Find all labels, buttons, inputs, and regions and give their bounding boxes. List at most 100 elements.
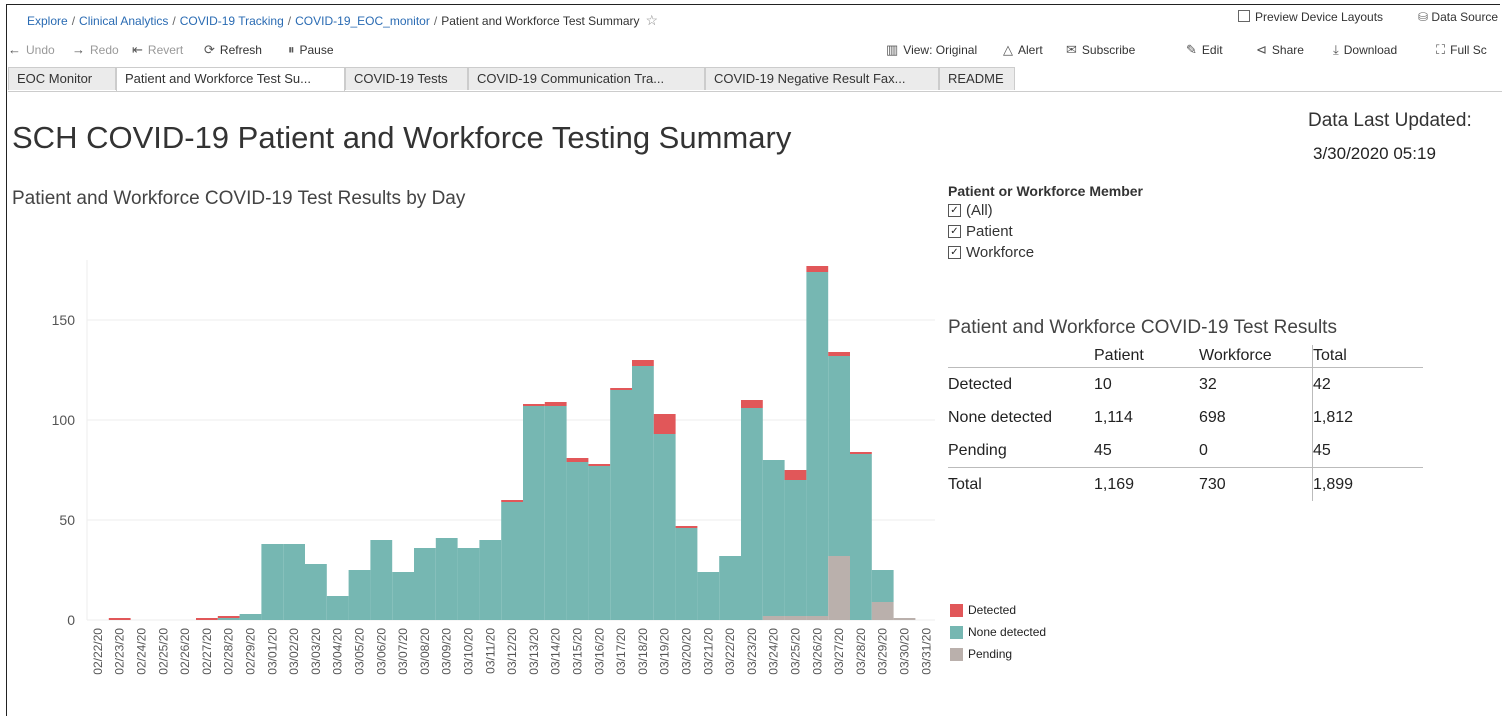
tab-communication[interactable]: COVID-19 Communication Tra... — [468, 67, 705, 90]
table-cell: 10 — [1094, 375, 1112, 393]
table-header: Patient — [1094, 345, 1199, 368]
view-button[interactable]: ▥ View: Original — [886, 42, 977, 58]
filter-option-workforce[interactable]: ✓ Workforce — [948, 242, 1143, 263]
download-button[interactable]: ⤓ Download — [1333, 42, 1397, 58]
x-tick-label: 03/18/20 — [636, 628, 650, 675]
x-tick-label: 03/10/20 — [462, 628, 476, 675]
x-tick-label: 03/04/20 — [331, 628, 345, 675]
legend-swatch — [950, 603, 963, 617]
x-tick-label: 03/22/20 — [723, 628, 737, 675]
tab-eoc-monitor[interactable]: EOC Monitor — [8, 67, 116, 90]
x-tick-label: 03/14/20 — [549, 628, 563, 675]
bar-segment — [784, 616, 807, 620]
alert-label: Alert — [1018, 43, 1043, 57]
x-tick-label: 03/23/20 — [745, 628, 759, 675]
x-tick-label: 03/19/20 — [658, 628, 672, 675]
bar-segment — [871, 570, 894, 602]
breadcrumb-covid-tracking[interactable]: COVID-19 Tracking — [180, 14, 284, 28]
checkbox-checked-icon[interactable]: ✓ — [948, 246, 961, 259]
table-cell: 45 — [1094, 441, 1112, 459]
breadcrumb-clinical-analytics[interactable]: Clinical Analytics — [79, 14, 168, 28]
bar-segment — [196, 618, 218, 620]
x-tick-label: 03/02/20 — [287, 628, 301, 675]
bar-segment — [217, 616, 240, 618]
share-icon: ⊲ — [1256, 42, 1267, 57]
bar-segment — [632, 366, 654, 620]
x-tick-label: 03/07/20 — [396, 628, 410, 675]
subscribe-button[interactable]: ✉ Subscribe — [1066, 42, 1135, 58]
bar-segment — [806, 616, 829, 620]
x-tick-label: 03/21/20 — [701, 628, 715, 675]
tab-negative-result-fax[interactable]: COVID-19 Negative Result Fax... — [705, 67, 939, 90]
revert-button[interactable]: ⇤ Revert — [132, 42, 183, 58]
legend-label: None detected — [968, 625, 1047, 639]
edit-button[interactable]: ✎ Edit — [1186, 42, 1223, 58]
legend-item-detected[interactable]: Detected — [950, 599, 1046, 621]
bar-segment — [544, 406, 567, 620]
bar-segment — [850, 452, 872, 454]
stacked-bar-chart: 0 50 100 150 02/22/20 02/23/20 02/24/20 02/25/2… — [52, 260, 935, 675]
bar-segment — [741, 408, 763, 620]
bar-segment — [501, 500, 523, 502]
x-tick-label: 02/27/20 — [200, 628, 214, 675]
fullscreen-button[interactable]: ⛶ Full Sc — [1436, 42, 1487, 58]
tab-covid-tests[interactable]: COVID-19 Tests — [345, 67, 468, 90]
bar-segment — [675, 526, 698, 528]
redo-button[interactable]: → Redo — [72, 42, 119, 57]
bar-segment — [108, 618, 131, 620]
toolbar: ← Undo → Redo ⇤ Revert ⟳ Refresh ⏸ Pause ▥ Vie… — [8, 42, 1502, 64]
y-tick-label: 50 — [59, 512, 75, 528]
chart-legend: Detected None detected Pending — [950, 599, 1046, 665]
data-updated-label: Data Last Updated: — [1308, 110, 1472, 131]
undo-button[interactable]: ← Undo — [8, 42, 55, 57]
table-cell: 1,812 — [1312, 401, 1423, 434]
legend-item-pending[interactable]: Pending — [950, 643, 1046, 665]
redo-label: Redo — [90, 42, 119, 57]
view-icon: ▥ — [886, 42, 899, 57]
edit-label: Edit — [1201, 43, 1223, 57]
breadcrumb-eoc-monitor[interactable]: COVID-19_EOC_monitor — [295, 14, 430, 28]
undo-label: Undo — [26, 42, 55, 57]
filter-option-all[interactable]: ✓ (All) — [948, 200, 1143, 221]
table-cell: 1,899 — [1312, 467, 1423, 501]
x-tick-label: 03/20/20 — [680, 628, 694, 675]
filter-option-label: Workforce — [966, 244, 1035, 261]
alert-button[interactable]: △ Alert — [1003, 42, 1043, 58]
breadcrumb-explore[interactable]: Explore — [27, 14, 68, 28]
undo-icon: ← — [8, 42, 21, 57]
legend-swatch — [950, 647, 963, 661]
y-tick-label: 150 — [52, 312, 76, 328]
table-header — [948, 345, 1094, 368]
breadcrumb: Explore / Clinical Analytics / COVID-19 Trac… — [27, 12, 659, 28]
checkbox-checked-icon[interactable]: ✓ — [948, 225, 961, 238]
preview-device-layouts[interactable]: Preview Device Layouts — [1238, 10, 1383, 24]
table-cell: 1,169 — [1094, 467, 1199, 501]
filter-option-patient[interactable]: ✓ Patient — [948, 221, 1143, 242]
x-tick-label: 03/25/20 — [789, 628, 803, 675]
table-cell: 32 — [1199, 375, 1217, 393]
legend-item-none-detected[interactable]: None detected — [950, 621, 1046, 643]
revert-icon: ⇤ — [132, 42, 143, 57]
sheet-tabs: EOC Monitor Patient and Workforce Test S… — [8, 67, 1502, 92]
data-source-button[interactable]: ⛁ Data Source — [1418, 10, 1498, 24]
x-tick-label: 02/24/20 — [135, 628, 149, 675]
tab-patient-workforce[interactable]: Patient and Workforce Test Su... — [116, 67, 345, 91]
x-tick-label: 03/09/20 — [440, 628, 454, 675]
checkbox-icon[interactable] — [1238, 10, 1250, 22]
bar-segment — [675, 528, 698, 620]
tab-readme[interactable]: README — [939, 67, 1015, 90]
x-tick-label: 03/30/20 — [898, 628, 912, 675]
refresh-button[interactable]: ⟳ Refresh — [204, 42, 262, 58]
filter-title: Patient or Workforce Member — [948, 183, 1144, 199]
x-tick-label: 03/08/20 — [418, 628, 432, 675]
share-button[interactable]: ⊲ Share — [1256, 42, 1304, 58]
table-header: Workforce — [1199, 345, 1313, 368]
bar-segment — [762, 460, 785, 616]
pause-button[interactable]: ⏸ Pause — [288, 42, 334, 58]
x-tick-label: 03/24/20 — [767, 628, 781, 675]
x-tick-label: 03/31/20 — [919, 628, 933, 675]
checkbox-checked-icon[interactable]: ✓ — [948, 204, 961, 217]
x-tick-label: 03/29/20 — [876, 628, 890, 675]
favorite-star-icon[interactable]: ☆ — [646, 12, 659, 28]
database-icon: ⛁ — [1418, 10, 1429, 24]
